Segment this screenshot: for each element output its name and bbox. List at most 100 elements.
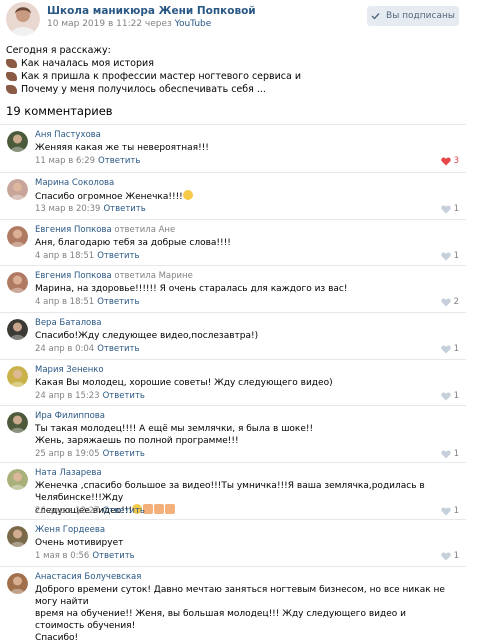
like-button[interactable]: 1 (440, 551, 459, 561)
reply-button[interactable]: Ответить (103, 204, 145, 214)
comment-author[interactable]: Марина Соколова (35, 178, 114, 188)
like-button[interactable]: 2 (440, 297, 459, 307)
like-button[interactable]: 1 (440, 204, 459, 214)
like-count: 2 (453, 297, 459, 307)
reply-button[interactable]: Ответить (103, 506, 145, 516)
comment-author[interactable]: Женя Гордеева (35, 525, 105, 535)
comment-avatar[interactable] (7, 319, 28, 340)
like-button[interactable]: 1 (440, 506, 459, 516)
reply-button[interactable]: Ответить (98, 156, 140, 166)
heart-icon (440, 392, 451, 400)
channel-avatar[interactable] (6, 2, 40, 36)
comment-time[interactable]: 24 апр в 0:04 (35, 344, 94, 354)
comment-separator (0, 124, 466, 125)
like-count: 1 (453, 204, 459, 214)
comment-author-name[interactable]: Марина Соколова (35, 178, 114, 188)
comment-text: Какая Вы молодец, хорошие советы! Жду сл… (35, 377, 455, 389)
comment-author-name[interactable]: Ира Филиппова (35, 411, 105, 421)
description-item-text: Почему у меня получилось обеспечивать се… (21, 84, 266, 95)
source-link[interactable]: YouTube (175, 19, 212, 29)
comment-separator (0, 566, 466, 567)
comment-author[interactable]: Евгения Попкова ответила Ане (35, 225, 175, 235)
heart-icon (440, 157, 451, 165)
comment-author-name[interactable]: Евгения Попкова (35, 225, 112, 235)
channel-name[interactable]: Школа маникюра Жени Попковой (47, 5, 256, 17)
comment-text-line: Очень мотивирует (35, 538, 124, 548)
comment-author-name[interactable]: Евгения Попкова (35, 271, 112, 281)
like-count: 1 (453, 449, 459, 459)
subscribed-button[interactable]: Вы подписаны (367, 6, 459, 26)
like-button[interactable]: 1 (440, 391, 459, 401)
comment-time[interactable]: 1 мая в 0:56 (35, 551, 89, 561)
comment-meta: 13 мар в 20:39 Ответить (35, 204, 146, 214)
comment-separator (0, 219, 466, 220)
comment-avatar[interactable] (7, 226, 28, 247)
comment-author-name[interactable]: Ната Лазарева (35, 468, 102, 478)
comment-author-name[interactable]: Анастасия Болучевская (35, 572, 141, 582)
subscribed-label: Вы подписаны (386, 11, 455, 21)
comment-text-line: Аня, благодарю тебя за добрые слова!!!! (35, 238, 231, 248)
post-header: Школа маникюра Жени Попковой 10 мар 2019… (0, 0, 482, 42)
thumbs-up-emoji-icon (165, 504, 176, 514)
bullet-icon (6, 59, 17, 68)
comment-author[interactable]: Вера Баталова (35, 318, 101, 328)
comment-author-name[interactable]: Мария Зененко (35, 365, 104, 375)
comment-avatar[interactable] (7, 131, 28, 152)
comment-text: Ты такая молодец!!!! А ещё мы землячки, … (35, 423, 455, 447)
description-item: Как началась моя история (6, 57, 301, 70)
comment-avatar[interactable] (7, 469, 28, 490)
like-count: 1 (453, 391, 459, 401)
post-date-text: 10 мар 2019 в 11:22 через (47, 19, 175, 29)
comment-avatar[interactable] (7, 179, 28, 200)
comment-author-name[interactable]: Аня Пастухова (35, 130, 101, 140)
like-button[interactable]: 3 (440, 156, 459, 166)
comment: Ната Лазарева Женечка ,спасибо большое за… (0, 466, 466, 523)
comment-separator (0, 265, 466, 266)
comment-text: Марина, на здоровье!!!!!! Я очень старал… (35, 283, 455, 295)
like-button[interactable]: 1 (440, 251, 459, 261)
reply-button[interactable]: Ответить (103, 391, 145, 401)
reply-button[interactable]: Ответить (97, 344, 139, 354)
comment-meta: 4 апр в 18:51 Ответить (35, 297, 140, 307)
comment-time[interactable]: 13 мар в 20:39 (35, 204, 100, 214)
comment-avatar[interactable] (7, 366, 28, 387)
heart-icon (440, 205, 451, 213)
comment-time[interactable]: 24 апр в 15:23 (35, 391, 100, 401)
comment-author[interactable]: Анастасия Болучевская (35, 572, 141, 582)
comment-time[interactable]: 11 мар в 6:29 (35, 156, 95, 166)
comment-author[interactable]: Евгения Попкова ответила Марине (35, 271, 193, 281)
comment-author[interactable]: Аня Пастухова (35, 130, 101, 140)
comment-text-line: Марина, на здоровье!!!!!! Я очень старал… (35, 284, 348, 294)
post-date: 10 мар 2019 в 11:22 через YouTube (47, 19, 211, 29)
comment-avatar[interactable] (7, 412, 28, 433)
comment: Женя Гордеева Очень мотивирует 1 мая в 0:5… (0, 523, 466, 570)
comment-author[interactable]: Ира Филиппова (35, 411, 105, 421)
comment-avatar[interactable] (7, 526, 28, 547)
like-button[interactable]: 1 (440, 344, 459, 354)
comment-author[interactable]: Ната Лазарева (35, 468, 102, 478)
reply-button[interactable]: Ответить (97, 297, 139, 307)
reply-button[interactable]: Ответить (92, 551, 134, 561)
comment-text-line: Спасибо огромное Женечка!!!! (35, 190, 455, 203)
like-count: 1 (453, 251, 459, 261)
reply-button[interactable]: Ответить (103, 449, 145, 459)
comment-time[interactable]: 4 апр в 18:51 (35, 297, 94, 307)
comment-author[interactable]: Мария Зененко (35, 365, 104, 375)
comments-count: 19 комментариев (6, 104, 113, 118)
comment-avatar[interactable] (7, 573, 28, 594)
comment-separator (0, 405, 466, 406)
comment-separator (0, 312, 466, 313)
comment-time[interactable]: 4 апр в 18:51 (35, 251, 94, 261)
comment-time[interactable]: 25 апр в 19:05 (35, 449, 100, 459)
heart-icon (440, 450, 451, 458)
comment-meta: 11 мар в 6:29 Ответить (35, 156, 140, 166)
comment-text: Доброго времени суток! Давно мечтаю заня… (35, 584, 455, 644)
smile-emoji-icon (182, 190, 193, 200)
comment-meta: 1 мая в 0:56 Ответить (35, 551, 135, 561)
comment-author-name[interactable]: Вера Баталова (35, 318, 101, 328)
comment-time[interactable]: 26 апр в 12:27 (35, 506, 100, 516)
comment-avatar[interactable] (7, 272, 28, 293)
like-button[interactable]: 1 (440, 449, 459, 459)
reply-button[interactable]: Ответить (97, 251, 139, 261)
comment-author-name[interactable]: Женя Гордеева (35, 525, 105, 535)
